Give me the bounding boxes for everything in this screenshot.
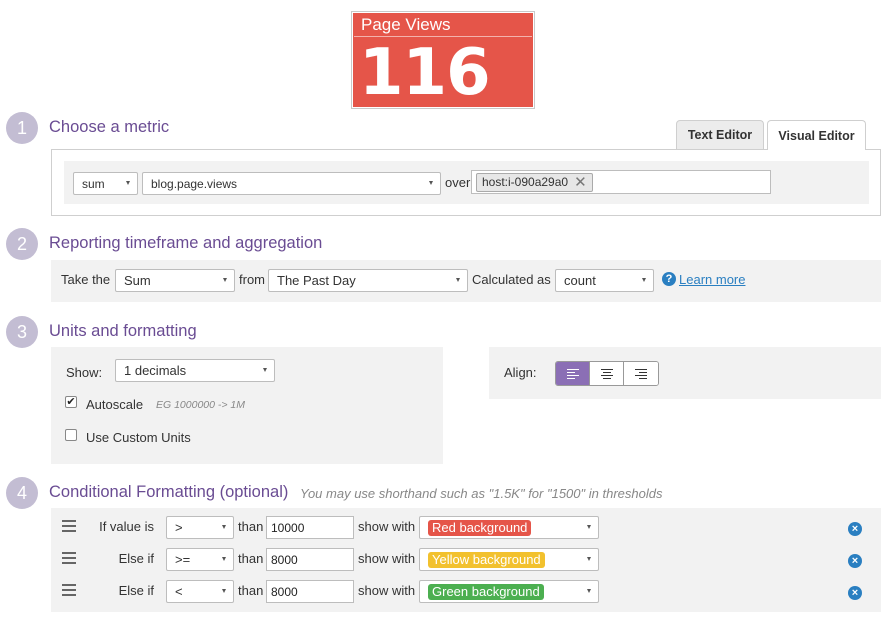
custom-units-label: Use Custom Units: [86, 430, 191, 445]
align-panel: [489, 347, 881, 399]
remove-tag-icon[interactable]: ✕: [574, 175, 587, 190]
step-1-title: Choose a metric: [49, 118, 170, 136]
chevron-down-icon: [587, 557, 591, 561]
chevron-down-icon: [642, 278, 646, 282]
operator-value: >: [175, 520, 183, 535]
chevron-down-icon: [222, 557, 226, 561]
custom-units-checkbox[interactable]: [65, 429, 77, 441]
widget-title: Page Views: [361, 15, 451, 34]
calculation-select[interactable]: count: [555, 269, 654, 292]
drag-handle-icon[interactable]: [62, 520, 76, 535]
chevron-down-icon: [263, 368, 267, 372]
style-select[interactable]: Green background: [419, 580, 599, 603]
threshold-input[interactable]: 8000: [266, 548, 354, 571]
help-icon[interactable]: ?: [662, 272, 676, 286]
step-4-number: 4: [6, 477, 38, 509]
align-left-button[interactable]: [556, 362, 590, 385]
timeframe-aggregation-select[interactable]: Sum: [115, 269, 235, 292]
operator-select[interactable]: >=: [166, 548, 234, 571]
step-4-title: Conditional Formatting (optional): [49, 483, 289, 501]
metric-name: blog.page.views: [151, 176, 238, 191]
show-with-label: show with: [358, 519, 416, 534]
autoscale-label: Autoscale: [86, 397, 144, 412]
timeframe-select[interactable]: The Past Day: [268, 269, 468, 292]
align-right-button[interactable]: [624, 362, 658, 385]
decimals-value: 1 decimals: [124, 363, 187, 378]
scope-input[interactable]: host:i-090a29a0 ✕: [471, 170, 771, 194]
align-button-group: [555, 361, 659, 386]
scope-tag-label: host:i-090a29a0: [482, 175, 569, 189]
autoscale-example: EG 1000000 -> 1M: [156, 399, 246, 411]
step-2-title: Reporting timeframe and aggregation: [49, 234, 323, 252]
style-value: Green background: [428, 583, 544, 600]
chevron-down-icon: [429, 181, 433, 185]
decimals-select[interactable]: 1 decimals: [115, 359, 275, 382]
tab-text-editor[interactable]: Text Editor: [676, 120, 764, 149]
timeframe-value: The Past Day: [277, 273, 356, 288]
rule-prefix: Else if: [118, 551, 154, 566]
operator-value: >=: [175, 552, 191, 567]
chevron-down-icon: [126, 181, 130, 185]
drag-handle-icon[interactable]: [62, 584, 76, 599]
threshold-input[interactable]: 10000: [266, 516, 354, 539]
style-value: Yellow background: [428, 551, 545, 568]
autoscale-checkbox[interactable]: ✔: [65, 396, 77, 408]
chevron-down-icon: [587, 525, 591, 529]
chevron-down-icon: [456, 278, 460, 282]
align-label: Align:: [504, 365, 537, 380]
align-right-icon: [635, 368, 647, 379]
remove-rule-icon[interactable]: ×: [848, 586, 862, 600]
calculation-value: count: [564, 273, 596, 288]
learn-more-link[interactable]: Learn more: [679, 272, 745, 287]
aggregator-value: sum: [82, 176, 105, 191]
tab-visual-editor[interactable]: Visual Editor: [767, 120, 866, 150]
step-2-number: 2: [6, 228, 38, 260]
scope-tag: host:i-090a29a0 ✕: [476, 172, 593, 192]
style-select[interactable]: Red background: [419, 516, 599, 539]
widget-value: 116: [359, 36, 491, 110]
rule-prefix: If value is: [99, 519, 154, 534]
threshold-input[interactable]: 8000: [266, 580, 354, 603]
remove-rule-icon[interactable]: ×: [848, 522, 862, 536]
operator-select[interactable]: <: [166, 580, 234, 603]
operator-select[interactable]: >: [166, 516, 234, 539]
align-center-button[interactable]: [590, 362, 624, 385]
step-4-hint: You may use shorthand such as "1.5K" for…: [300, 486, 663, 501]
metric-select[interactable]: blog.page.views: [142, 172, 441, 195]
step-1-number: 1: [6, 112, 38, 144]
aggregator-select[interactable]: sum: [73, 172, 138, 195]
chevron-down-icon: [222, 589, 226, 593]
rule-prefix: Else if: [118, 583, 154, 598]
show-with-label: show with: [358, 551, 416, 566]
step-3-title: Units and formatting: [49, 322, 197, 340]
timeframe-aggregation-value: Sum: [124, 273, 151, 288]
from-label: from: [239, 272, 265, 287]
calculated-as-label: Calculated as: [472, 272, 551, 287]
over-label: over: [445, 175, 471, 190]
chevron-down-icon: [587, 589, 591, 593]
than-label: than: [238, 519, 264, 534]
align-center-icon: [600, 368, 613, 379]
widget-preview: Page Views 116: [351, 11, 535, 110]
style-select[interactable]: Yellow background: [419, 548, 599, 571]
show-with-label: show with: [358, 583, 416, 598]
style-value: Red background: [428, 519, 532, 536]
step-3-number: 3: [6, 316, 38, 348]
remove-rule-icon[interactable]: ×: [848, 554, 862, 568]
than-label: than: [238, 551, 264, 566]
than-label: than: [238, 583, 264, 598]
take-the-label: Take the: [61, 272, 111, 287]
align-left-icon: [566, 368, 579, 379]
chevron-down-icon: [223, 278, 227, 282]
chevron-down-icon: [222, 525, 226, 529]
show-label: Show:: [66, 365, 103, 380]
operator-value: <: [175, 584, 183, 599]
drag-handle-icon[interactable]: [62, 552, 76, 567]
